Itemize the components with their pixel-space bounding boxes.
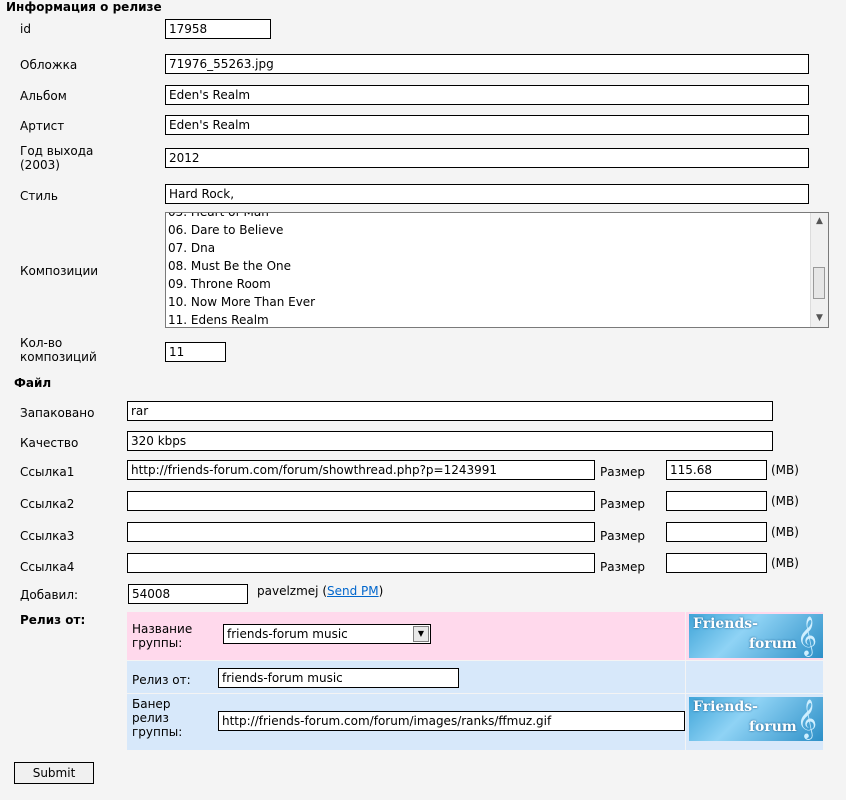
year-input[interactable]: 2012 bbox=[165, 148, 809, 168]
treble-clef-icon: 𝄞 bbox=[796, 699, 817, 739]
release-by-label: Релиз от: bbox=[132, 673, 191, 687]
banner-input[interactable]: http://friends-forum.com/forum/images/ra… bbox=[218, 711, 685, 731]
track-line: 05. Heart of Man bbox=[168, 212, 269, 219]
id-input[interactable]: 17958 bbox=[165, 19, 271, 39]
release-banner-image: Friends- forum 𝄞 bbox=[689, 697, 823, 741]
size1-input[interactable]: 115.68 bbox=[666, 460, 767, 480]
release-by-empty-cell bbox=[686, 661, 823, 693]
chevron-down-icon[interactable]: ▼ bbox=[413, 626, 429, 642]
artist-label: Артист bbox=[20, 119, 65, 133]
added-by-label: Добавил: bbox=[20, 588, 79, 602]
username: pavelzmej bbox=[257, 584, 319, 598]
tracks-scrollbar[interactable]: ▲ ▼ bbox=[810, 213, 828, 327]
album-label: Альбом bbox=[20, 89, 67, 103]
track-line: 09. Throne Room bbox=[168, 277, 271, 291]
group-name-label: Название группы: bbox=[132, 622, 193, 650]
artist-input[interactable]: Eden's Realm bbox=[165, 115, 809, 135]
cover-label: Обложка bbox=[20, 58, 78, 72]
link2-input[interactable] bbox=[127, 491, 595, 511]
track-line: 11. Edens Realm bbox=[168, 313, 269, 327]
added-by-input[interactable]: 54008 bbox=[128, 584, 248, 604]
link1-input[interactable]: http://friends-forum.com/forum/showthrea… bbox=[127, 460, 595, 480]
size4-label: Размер bbox=[600, 560, 646, 574]
release-info-header: Информация о релизе bbox=[6, 0, 162, 14]
release-by-input[interactable]: friends-forum music bbox=[218, 668, 459, 688]
link3-input[interactable] bbox=[127, 522, 595, 542]
album-input[interactable]: Eden's Realm bbox=[165, 85, 809, 105]
group-name-selected: friends-forum music bbox=[227, 627, 348, 641]
unit1-label: (MB) bbox=[771, 463, 799, 477]
size2-input[interactable] bbox=[666, 491, 767, 511]
style-label: Стиль bbox=[20, 189, 58, 203]
group-name-select[interactable]: friends-forum music ▼ bbox=[223, 624, 431, 644]
packed-input[interactable]: rar bbox=[127, 401, 773, 421]
unit2-label: (MB) bbox=[771, 494, 799, 508]
size2-label: Размер bbox=[600, 497, 646, 511]
submit-button[interactable]: Submit bbox=[14, 762, 94, 784]
track-line: 10. Now More Than Ever bbox=[168, 295, 316, 309]
link3-label: Ссылка3 bbox=[20, 529, 75, 543]
scroll-down-icon[interactable]: ▼ bbox=[811, 310, 828, 327]
tracks-label: Композиции bbox=[20, 264, 99, 278]
added-by-user: pavelzmej (Send PM) bbox=[257, 584, 384, 598]
size1-label: Размер bbox=[600, 465, 646, 479]
send-pm-link[interactable]: Send PM bbox=[327, 584, 379, 598]
style-input[interactable]: Hard Rock, bbox=[165, 184, 809, 204]
release-from-header: Релиз от: bbox=[20, 613, 86, 627]
link4-input[interactable] bbox=[127, 553, 595, 573]
scroll-thumb[interactable] bbox=[813, 267, 825, 299]
link2-label: Ссылка2 bbox=[20, 497, 75, 511]
packed-label: Запаковано bbox=[20, 406, 95, 420]
tracks-textarea[interactable]: 05. Heart of Man 06. Dare to Believe 07. D… bbox=[165, 212, 829, 328]
size3-label: Размер bbox=[600, 529, 646, 543]
quality-label: Качество bbox=[20, 436, 79, 450]
track-line: 07. Dna bbox=[168, 241, 216, 255]
unit3-label: (MB) bbox=[771, 525, 799, 539]
banner-label: Банер релиз группы: bbox=[132, 697, 183, 739]
size3-input[interactable] bbox=[666, 522, 767, 542]
cover-input[interactable]: 71976_55263.jpg bbox=[165, 54, 809, 74]
link1-label: Ссылка1 bbox=[20, 465, 75, 479]
track-line: 06. Dare to Believe bbox=[168, 223, 284, 237]
track-line: 08. Must Be the One bbox=[168, 259, 291, 273]
track-count-label: Кол-во композиций bbox=[20, 336, 97, 364]
scroll-up-icon[interactable]: ▲ bbox=[811, 213, 828, 230]
file-header: Файл bbox=[14, 376, 52, 390]
track-count-input[interactable]: 11 bbox=[165, 342, 226, 362]
size4-input[interactable] bbox=[666, 553, 767, 573]
link4-label: Ссылка4 bbox=[20, 560, 75, 574]
quality-input[interactable]: 320 kbps bbox=[127, 431, 773, 451]
treble-clef-icon: 𝄞 bbox=[796, 616, 817, 656]
unit4-label: (MB) bbox=[771, 556, 799, 570]
year-label: Год выхода (2003) bbox=[20, 144, 94, 172]
group-banner-image: Friends- forum 𝄞 bbox=[689, 614, 823, 658]
id-label: id bbox=[20, 22, 31, 36]
